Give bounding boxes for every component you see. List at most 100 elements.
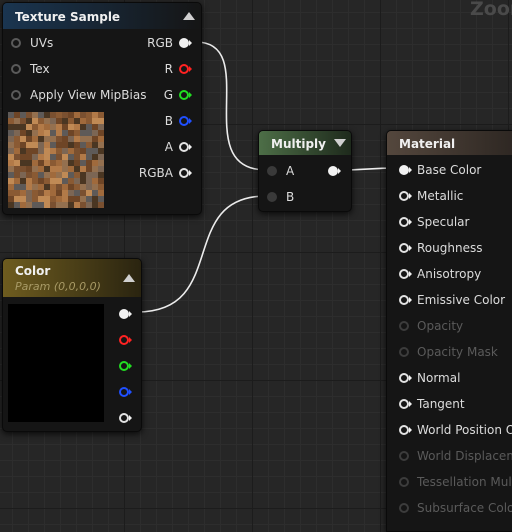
input-pin-a[interactable]: A — [259, 162, 309, 180]
texture-cell — [14, 130, 20, 136]
input-pin-uvs[interactable]: UVs — [3, 34, 113, 52]
texture-cell — [8, 154, 14, 160]
pin-icon[interactable] — [399, 269, 412, 279]
input-pin-base-color[interactable]: Base Color — [387, 161, 512, 179]
pin-icon[interactable] — [11, 64, 21, 74]
texture-cell — [14, 118, 20, 124]
multiply-node[interactable]: Multiply A B — [258, 130, 352, 212]
collapse-arrow-icon[interactable] — [183, 12, 195, 20]
output-pin-result[interactable] — [328, 166, 341, 176]
input-pin-subsurface-color[interactable]: Subsurface Color — [387, 499, 512, 517]
texture-preview-thumbnail[interactable] — [8, 112, 104, 208]
pin-icon[interactable] — [267, 166, 277, 176]
pin-icon[interactable] — [179, 38, 192, 48]
pin-icon[interactable] — [399, 373, 412, 383]
texture-cell — [80, 166, 86, 172]
input-pin-world-position-of[interactable]: World Position Of — [387, 421, 512, 439]
pin-icon[interactable] — [399, 425, 412, 435]
texture-cell — [80, 172, 86, 178]
material-node[interactable]: Material Base Color Metallic Specular Rough… — [386, 130, 512, 532]
color-param-header[interactable]: Color Param (0,0,0,0) — [3, 259, 141, 297]
pin-icon[interactable] — [267, 192, 277, 202]
pin-icon[interactable] — [399, 295, 412, 305]
input-pin-roughness[interactable]: Roughness — [387, 239, 512, 257]
output-pin-g[interactable]: G — [123, 86, 199, 104]
texture-sample-header[interactable]: Texture Sample — [3, 3, 201, 29]
texture-cell — [98, 160, 104, 166]
texture-cell — [92, 160, 98, 166]
input-pin-tex[interactable]: Tex — [3, 60, 113, 78]
pin-icon[interactable] — [11, 38, 21, 48]
pin-icon[interactable] — [399, 243, 412, 253]
material-header[interactable]: Material — [387, 131, 512, 155]
texture-cell — [50, 184, 56, 190]
texture-cell — [80, 154, 86, 160]
pin-icon[interactable] — [399, 191, 412, 201]
collapse-arrow-icon[interactable] — [334, 139, 346, 147]
pin-label: UVs — [30, 36, 54, 50]
pin-icon[interactable] — [179, 168, 192, 178]
pin-icon[interactable] — [399, 451, 409, 461]
output-pin-b[interactable]: B — [123, 112, 199, 130]
input-pin-opacity[interactable]: Opacity — [387, 317, 512, 335]
pin-icon[interactable] — [11, 90, 21, 100]
texture-cell — [62, 196, 68, 202]
input-pin-metallic[interactable]: Metallic — [387, 187, 512, 205]
output-pin-b[interactable] — [119, 387, 132, 397]
output-pin-r[interactable] — [119, 335, 132, 345]
pin-icon[interactable] — [179, 90, 192, 100]
texture-cell — [8, 166, 14, 172]
pin-icon[interactable] — [179, 142, 192, 152]
texture-cell — [56, 148, 62, 154]
output-pin-rgb[interactable]: RGB — [123, 34, 199, 52]
texture-cell — [98, 118, 104, 124]
input-pin-normal[interactable]: Normal — [387, 369, 512, 387]
texture-cell — [14, 124, 20, 130]
collapse-arrow-icon[interactable] — [123, 274, 135, 282]
output-pin-rgb[interactable] — [119, 309, 132, 319]
texture-cell — [26, 142, 32, 148]
texture-cell — [8, 172, 14, 178]
input-pin-anisotropy[interactable]: Anisotropy — [387, 265, 512, 283]
pin-icon[interactable] — [399, 399, 412, 409]
input-pin-specular[interactable]: Specular — [387, 213, 512, 231]
output-pin-rgba[interactable]: RGBA — [123, 164, 199, 182]
output-pin-a[interactable] — [119, 413, 132, 423]
texture-cell — [98, 202, 104, 208]
texture-cell — [38, 196, 44, 202]
color-preview-swatch[interactable] — [8, 304, 104, 422]
output-pin-r[interactable]: R — [123, 60, 199, 78]
input-pin-tessellation-mult[interactable]: Tessellation Mult — [387, 473, 512, 491]
input-pin-tangent[interactable]: Tangent — [387, 395, 512, 413]
pin-icon[interactable] — [179, 116, 192, 126]
texture-cell — [32, 202, 38, 208]
pin-icon[interactable] — [399, 477, 409, 487]
pin-icon[interactable] — [399, 321, 409, 331]
texture-cell — [92, 118, 98, 124]
multiply-header[interactable]: Multiply — [259, 131, 351, 155]
texture-cell — [38, 166, 44, 172]
texture-cell — [50, 172, 56, 178]
output-pin-g[interactable] — [119, 361, 132, 371]
texture-cell — [26, 124, 32, 130]
pin-label: Metallic — [417, 189, 464, 203]
output-pin-a[interactable]: A — [123, 138, 199, 156]
texture-sample-title: Texture Sample — [15, 10, 121, 24]
wire-rgb-to-multiply-a[interactable] — [195, 41, 267, 171]
texture-sample-node[interactable]: Texture Sample UVs Tex Apply View MipBia… — [2, 2, 202, 215]
pin-icon[interactable] — [399, 165, 412, 175]
texture-cell — [92, 124, 98, 130]
color-param-node[interactable]: Color Param (0,0,0,0) — [2, 258, 142, 432]
pin-icon[interactable] — [179, 64, 192, 74]
texture-cell — [20, 196, 26, 202]
texture-cell — [74, 130, 80, 136]
input-pin-emissive-color[interactable]: Emissive Color — [387, 291, 512, 309]
texture-cell — [68, 142, 74, 148]
input-pin-b[interactable]: B — [259, 188, 309, 206]
input-pin-opacity-mask[interactable]: Opacity Mask — [387, 343, 512, 361]
texture-cell — [50, 130, 56, 136]
texture-cell — [68, 202, 74, 208]
pin-icon[interactable] — [399, 347, 409, 357]
input-pin-world-displaceme[interactable]: World Displaceme — [387, 447, 512, 465]
pin-icon[interactable] — [399, 217, 412, 227]
